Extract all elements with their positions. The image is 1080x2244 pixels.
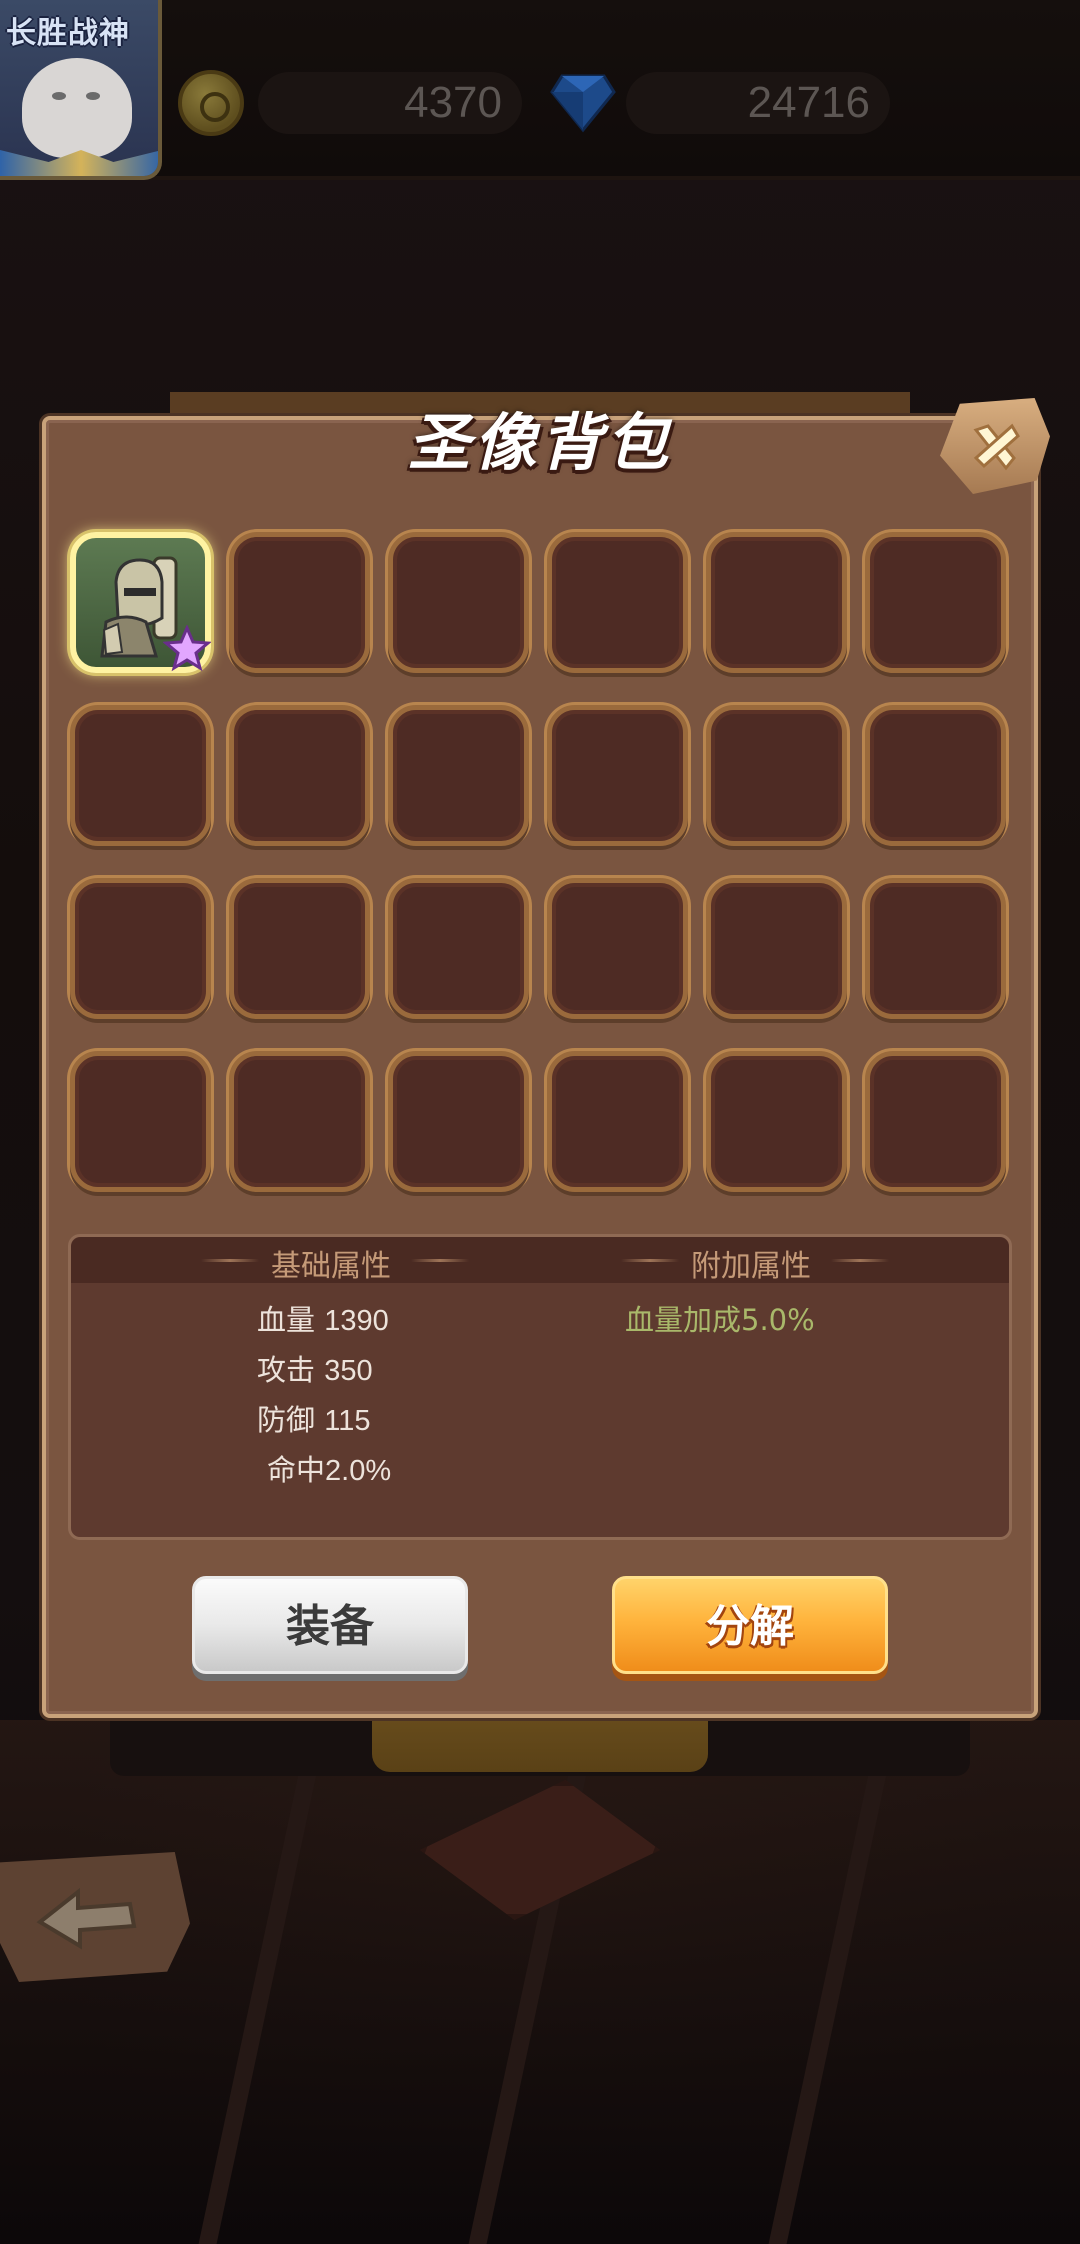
item-slot[interactable] bbox=[229, 1051, 370, 1192]
diamond-value: 24716 bbox=[747, 78, 870, 127]
item-slot[interactable] bbox=[706, 705, 847, 846]
item-slot[interactable] bbox=[229, 705, 370, 846]
item-slot[interactable] bbox=[547, 532, 688, 673]
attribute-hp: 血量 1390 bbox=[257, 1303, 389, 1337]
extra-attributes-heading: 附加属性 bbox=[691, 1249, 811, 1284]
item-slot[interactable] bbox=[388, 1051, 529, 1192]
close-icon bbox=[973, 423, 1020, 471]
item-slot[interactable] bbox=[706, 1051, 847, 1192]
coin-counter: 4370 bbox=[258, 72, 522, 134]
attribute-defense: 防御 115 bbox=[257, 1403, 371, 1437]
star-rank-icon bbox=[163, 625, 211, 672]
decompose-button[interactable]: 分解 bbox=[612, 1576, 888, 1674]
diamond-icon bbox=[550, 74, 616, 133]
header-ornament bbox=[201, 1259, 259, 1262]
item-slot[interactable] bbox=[388, 878, 529, 1019]
avatar-portrait bbox=[22, 58, 132, 158]
avatar-frame-wings bbox=[0, 150, 158, 176]
item-slot-knight[interactable] bbox=[70, 532, 211, 673]
back-arrow-icon bbox=[36, 1887, 137, 1950]
item-slot[interactable] bbox=[70, 705, 211, 846]
item-slot[interactable] bbox=[388, 532, 529, 673]
equip-button[interactable]: 装备 bbox=[192, 1576, 468, 1674]
header-ornament bbox=[411, 1259, 469, 1262]
item-slot[interactable] bbox=[547, 1051, 688, 1192]
attribute-hit: 命中2.0% bbox=[267, 1453, 392, 1487]
attribute-header: 基础属性 附加属性 bbox=[71, 1237, 1009, 1284]
bonus-hp: 血量加成5.0% bbox=[625, 1303, 815, 1337]
player-avatar[interactable]: 长胜战神 bbox=[0, 0, 162, 180]
item-slot[interactable] bbox=[547, 705, 688, 846]
diamond-counter: 24716 bbox=[626, 72, 890, 134]
base-attributes-heading: 基础属性 bbox=[271, 1249, 391, 1284]
item-slot[interactable] bbox=[70, 1051, 211, 1192]
back-button[interactable] bbox=[0, 1852, 190, 1982]
header-ornament bbox=[831, 1259, 889, 1262]
coin-icon bbox=[178, 70, 244, 136]
item-grid bbox=[70, 532, 1010, 1192]
player-title: 长胜战神 bbox=[6, 16, 130, 51]
item-slot[interactable] bbox=[706, 532, 847, 673]
item-slot[interactable] bbox=[229, 878, 370, 1019]
coin-value: 4370 bbox=[404, 78, 502, 127]
item-slot[interactable] bbox=[865, 878, 1006, 1019]
item-slot[interactable] bbox=[388, 705, 529, 846]
top-resource-bar: 长胜战神 4370 24716 bbox=[0, 0, 1080, 180]
item-slot[interactable] bbox=[865, 1051, 1006, 1192]
item-slot[interactable] bbox=[706, 878, 847, 1019]
item-slot[interactable] bbox=[865, 705, 1006, 846]
header-ornament bbox=[621, 1259, 679, 1262]
item-slot[interactable] bbox=[547, 878, 688, 1019]
attribute-attack: 攻击 350 bbox=[257, 1353, 373, 1387]
item-slot[interactable] bbox=[865, 532, 1006, 673]
dialog-title: 圣像背包 bbox=[407, 406, 672, 479]
item-slot[interactable] bbox=[229, 532, 370, 673]
attribute-panel: 基础属性 附加属性 血量 1390 攻击 350 防御 115 命中2.0% 血… bbox=[68, 1234, 1012, 1540]
item-slot[interactable] bbox=[70, 878, 211, 1019]
